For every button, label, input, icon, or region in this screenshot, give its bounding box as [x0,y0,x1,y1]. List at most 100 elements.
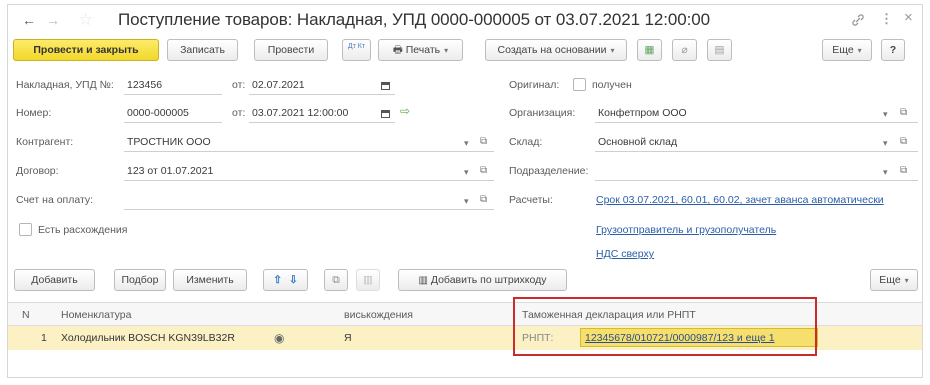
main-toolbar: Провести и закрыть Записать Провести Дт … [8,39,922,65]
print-button[interactable]: 🖶 Печать ▾ [378,39,463,61]
payment-invoice-label: Счет на оплату: [16,194,94,206]
invoice-date-field[interactable]: 02.07.2021 [249,76,395,95]
contract-label: Договор: [16,165,59,177]
shipper-consignee-link[interactable]: Грузоотправитель и грузополучатель [596,224,776,236]
invoice-number-label: Накладная, УПД №: [16,79,114,91]
more-button[interactable]: Еще ▾ [822,39,872,61]
back-arrow-icon[interactable]: ← [22,12,36,28]
chevron-down-icon[interactable]: ▾ [883,167,888,178]
row-discrepancy: Я [344,332,352,344]
favorite-star-icon[interactable]: ☆ [78,10,93,30]
post-button[interactable]: Провести [254,39,328,61]
app-window: ← → ☆ Поступление товаров: Накладная, УП… [0,0,930,385]
open-link-icon[interactable]: ⧉ [900,136,907,147]
forward-arrow-icon[interactable]: → [46,12,60,28]
invoice-number-field[interactable]: 123456 [124,76,222,95]
paperclip-icon: ⌀ [681,44,688,56]
move-rows-buttons[interactable]: ⇧ ⇩ [263,269,308,291]
chevron-down-icon[interactable]: ▾ [883,138,888,149]
dt-kt-button[interactable]: Дт Кт [342,39,371,61]
post-and-close-button[interactable]: Провести и закрыть [13,39,159,61]
report-button[interactable]: ▦ [637,39,662,61]
number-label: Номер: [16,107,52,119]
help-button[interactable]: ? [881,39,905,61]
title-bar: ← → ☆ Поступление товаров: Накладная, УП… [8,5,922,35]
calendar-icon[interactable] [381,82,390,90]
open-link-icon[interactable]: ⧉ [900,107,907,118]
arrow-down-icon[interactable]: ⇩ [289,274,298,286]
organization-field[interactable]: Конфетпром ООО ▾ ⧉ [595,104,918,123]
create-based-on-label: Создать на основании [497,44,607,56]
column-header-discrepancy[interactable]: виськождения [344,309,413,321]
paste-row-button[interactable]: ▥ [356,269,380,291]
contractor-value: ТРОСТНИК ООО [127,136,211,148]
column-header-item[interactable]: Номенклатура [61,309,131,321]
attach-button[interactable]: ⌀ [672,39,697,61]
row-number: 1 [41,332,47,344]
chevron-down-icon[interactable]: ▾ [464,196,469,207]
window-title: Поступление товаров: Накладная, УПД 0000… [118,10,710,29]
original-label: Оригинал: [509,79,560,91]
division-label: Подразделение: [509,165,589,177]
save-button[interactable]: Записать [167,39,238,61]
arrow-up-icon[interactable]: ⇧ [273,274,282,286]
chevron-down-icon: ▾ [444,46,449,55]
copy-icon: ⧉ [332,274,340,286]
document-icon: ▤ [714,44,725,56]
close-icon[interactable]: × [904,9,913,26]
create-based-on-button[interactable]: Создать на основании ▾ [485,39,627,61]
chevron-down-icon[interactable]: ▾ [464,138,469,149]
calendar-icon[interactable] [381,110,390,118]
received-label: получен [592,79,632,91]
add-row-button[interactable]: Добавить [14,269,95,291]
invoice-date-from-label: от: [232,79,246,91]
warehouse-field[interactable]: Основной склад ▾ ⧉ [595,133,918,152]
change-button[interactable]: Изменить [173,269,247,291]
original-received-checkbox[interactable] [573,78,586,91]
column-header-n[interactable]: N [22,309,30,321]
date-history-icon[interactable]: ⇨ [400,104,410,118]
invoice-number-value: 123456 [127,79,163,91]
number-field[interactable]: 0000-000005 [124,104,222,123]
list-button[interactable]: ▤ [707,39,732,61]
chevron-down-icon[interactable]: ▾ [464,167,469,178]
copy-row-button[interactable]: ⧉ [324,269,348,291]
printer-icon: 🖶 [392,44,403,56]
invoice-date-value: 02.07.2021 [252,79,305,91]
discrepancy-checkbox[interactable] [19,223,32,236]
pick-button[interactable]: Подбор [114,269,166,291]
settlements-link[interactable]: Срок 03.07.2021, 60.01, 60.02, зачет ава… [596,194,884,206]
contract-field[interactable]: 123 от 01.07.2021 ▾ ⧉ [124,162,494,181]
barcode-icon: ▥ [418,275,428,286]
doc-date-field[interactable]: 03.07.2021 12:00:00 [249,104,395,123]
report-icon: ▦ [644,44,655,56]
print-label: Печать [405,44,441,56]
link-icon[interactable] [851,13,865,27]
payment-invoice-field[interactable]: ▾ ⧉ [124,191,494,210]
add-by-barcode-label: Добавить по штрихкоду [430,274,547,286]
vat-link[interactable]: НДС сверху [596,248,654,260]
contractor-field[interactable]: ТРОСТНИК ООО ▾ ⧉ [124,133,494,152]
chevron-down-icon[interactable]: ▾ [883,109,888,120]
doc-date-value: 03.07.2021 12:00:00 [252,107,349,119]
open-link-icon[interactable]: ⧉ [480,136,487,147]
warehouse-value: Основной склад [598,136,678,148]
division-field[interactable]: ▾ ⧉ [595,162,918,181]
open-link-icon[interactable]: ⧉ [480,165,487,176]
chevron-down-icon: ▾ [857,46,862,55]
table-more-button[interactable]: Еще ▾ [870,269,918,291]
more-vertical-icon[interactable]: ⋮ [880,11,893,27]
organization-value: Конфетпром ООО [598,107,687,119]
row-item: Холодильник BOSCH KGN39LB32R [61,332,235,344]
table-more-label: Еще [879,274,901,286]
open-link-icon[interactable]: ⧉ [480,194,487,205]
chevron-down-icon: ▾ [610,46,615,55]
add-by-barcode-button[interactable]: ▥ Добавить по штрихкоду [398,269,567,291]
discrepancy-label: Есть расхождения [38,224,128,236]
more-label: Еще [832,44,854,56]
open-link-icon[interactable]: ⧉ [900,165,907,176]
eye-icon[interactable]: ◉ [274,331,284,345]
doc-date-from-label: от: [232,107,246,119]
dt-kt-icon: Дт Кт [347,43,366,50]
contractor-label: Контрагент: [16,136,74,148]
